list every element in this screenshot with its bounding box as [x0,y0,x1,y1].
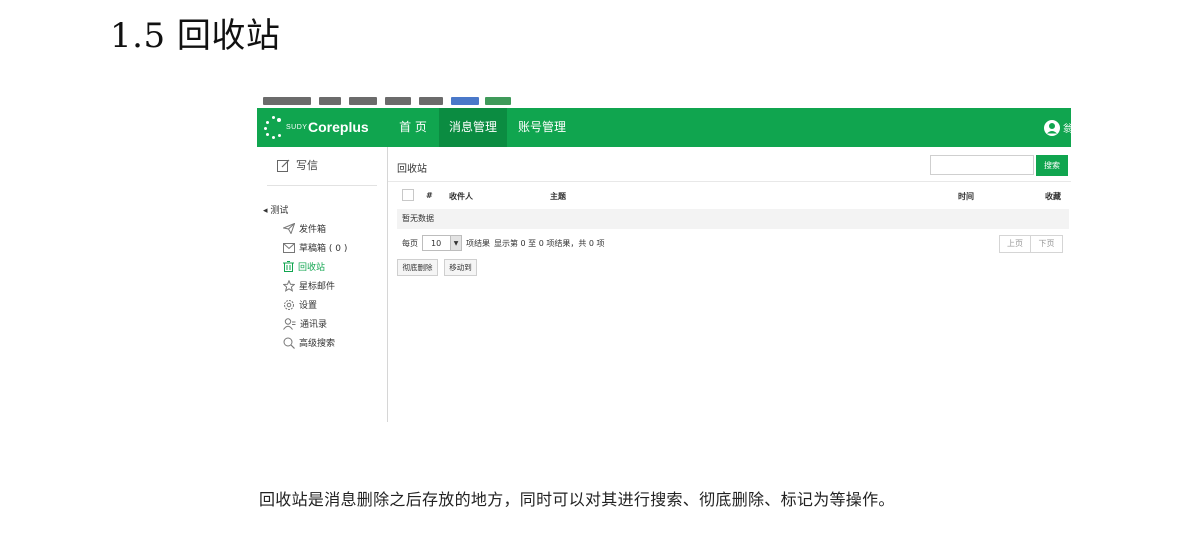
logo-mark-icon [263,115,285,139]
page-title: 回收站 [397,164,427,175]
nav-home[interactable]: 首 页 [391,108,435,147]
sidebar-item-label: 发件箱 [299,225,327,235]
compose-icon [277,159,290,172]
prev-page-button[interactable]: 上页 [999,235,1031,253]
contacts-icon [283,317,296,330]
paper-plane-icon [283,223,295,234]
compose-label: 写信 [296,159,318,172]
next-page-button[interactable]: 下页 [1031,235,1063,253]
bookmarks-bar [257,96,1071,108]
nav-account-management[interactable]: 账号管理 [511,108,573,147]
select-all-checkbox[interactable] [402,189,414,201]
sidebar-item-label: 高级搜索 [299,339,336,349]
folder-tree-root[interactable]: ◂ 测试 [263,203,288,216]
nav-message-management[interactable]: 消息管理 [439,108,507,147]
document-caption: 回收站是消息删除之后存放的地方，同时可以对其进行搜索、彻底删除、标记为等操作。 [259,490,895,509]
app-logo[interactable]: SUDY Coreplus [263,115,383,141]
sidebar-item-label: 草稿箱 ( 0 ) [299,244,348,254]
column-header-time: 时间 [958,192,974,201]
bookmark-item[interactable] [451,97,479,105]
pagination-info: 每页 10 ▼ 项结果 显示第 0 至 0 项结果，共 0 项 [402,235,605,251]
empty-table-message: 暂无数据 [397,209,1069,229]
bookmark-item[interactable] [263,97,311,105]
per-page-select[interactable]: 10 ▼ [422,235,462,251]
sidebar-item-starred[interactable]: 星标邮件 [283,279,335,292]
section-heading: 1.5 回收站 [110,16,281,56]
sidebar-divider [267,185,377,186]
sidebar-item-label: 设置 [299,301,318,311]
sidebar-item-outbox[interactable]: 发件箱 [283,222,326,235]
logo-sudy-text: SUDY [286,124,308,131]
top-navbar: SUDY Coreplus 首 页 消息管理 账号管理 翁 [257,108,1071,147]
sidebar-item-label: 星标邮件 [299,282,336,292]
per-page-prefix: 每页 [402,238,418,248]
delete-forever-button[interactable]: 彻底删除 [397,259,438,276]
column-header-subject: 主题 [550,192,566,201]
bookmark-item[interactable] [385,97,411,105]
per-page-value: 10 [431,238,442,248]
bookmark-item[interactable] [485,97,511,105]
app-screenshot: SUDY Coreplus 首 页 消息管理 账号管理 翁 写信 ◂ 测试 发件… [257,96,1071,422]
title-divider [388,181,1071,182]
sidebar-item-drafts[interactable]: 草稿箱 ( 0 ) [283,241,347,254]
sidebar-item-settings[interactable]: 设置 [283,298,317,311]
sidebar-item-recycle-bin[interactable]: 回收站 [283,260,325,273]
bookmark-item[interactable] [349,97,377,105]
result-summary: 显示第 0 至 0 项结果，共 0 项 [494,238,605,248]
user-name[interactable]: 翁 [1063,120,1071,135]
envelope-icon [283,242,295,253]
column-header-starred: 收藏 [1045,192,1061,201]
main-panel: 回收站 搜索 # 收件人 主题 时间 收藏 暂无数据 每页 10 ▼ 项结果 显… [388,147,1071,422]
logo-product-name: Coreplus [308,119,369,135]
star-icon [283,279,295,292]
sidebar-item-label: 通讯录 [300,320,328,330]
gear-icon [284,299,294,310]
user-avatar-icon[interactable] [1044,120,1060,136]
sidebar-item-contacts[interactable]: 通讯录 [283,317,327,330]
search-icon [283,337,295,349]
column-header-index: # [426,191,433,200]
compose-button[interactable]: 写信 [277,157,318,173]
search-input[interactable] [930,155,1034,175]
per-page-suffix: 项结果 [466,238,490,248]
sidebar: 写信 ◂ 测试 发件箱 草稿箱 ( 0 ) 回收站 星标邮件 设置 通讯录 高级… [257,147,388,422]
bookmark-item[interactable] [319,97,341,105]
sidebar-item-advanced-search[interactable]: 高级搜索 [283,336,335,349]
sidebar-item-label: 回收站 [298,263,326,273]
trash-icon [283,261,294,272]
bookmark-item[interactable] [419,97,443,105]
tree-root-label: 测试 [270,206,289,216]
pagination-buttons: 上页 下页 [999,235,1063,253]
chevron-down-icon: ▼ [450,236,461,250]
search-button[interactable]: 搜索 [1036,155,1068,176]
move-to-button[interactable]: 移动到 [444,259,477,276]
column-header-recipient: 收件人 [449,192,473,201]
